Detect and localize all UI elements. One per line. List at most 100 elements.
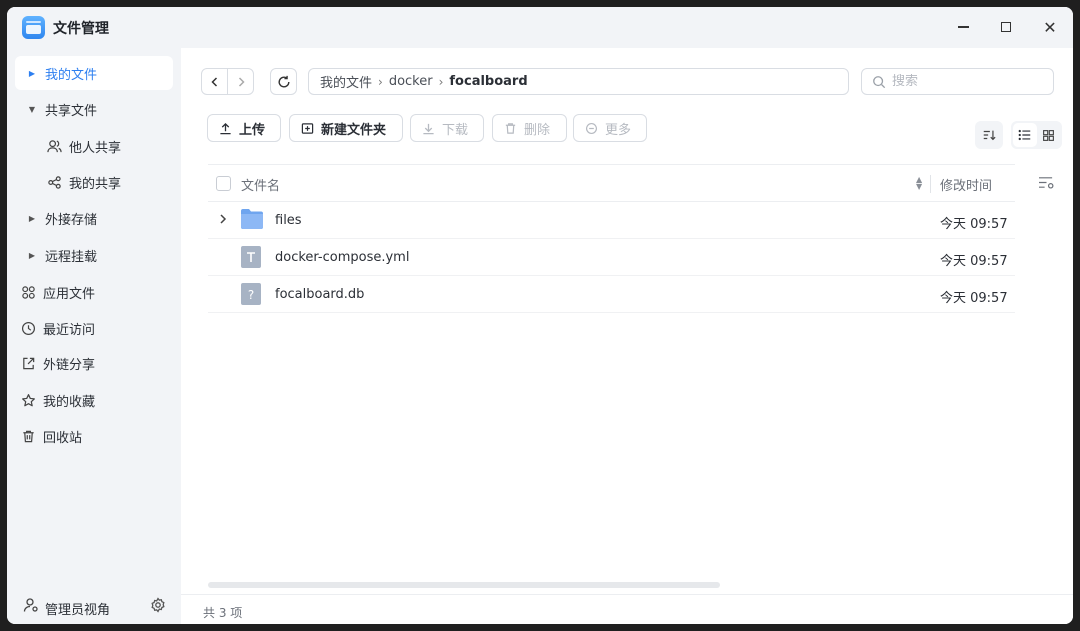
- download-button[interactable]: 下载: [410, 114, 484, 142]
- column-header-name[interactable]: 文件名: [241, 175, 280, 194]
- sidebar-item-my-shares[interactable]: 我的共享: [15, 165, 173, 199]
- more-button[interactable]: 更多: [573, 114, 647, 142]
- clock-icon: [19, 321, 37, 336]
- file-modified: 今天 09:57: [940, 291, 1008, 306]
- file-manager-app-icon: [22, 16, 45, 39]
- maximize-button[interactable]: [993, 15, 1019, 39]
- column-divider[interactable]: [930, 175, 931, 193]
- external-link-icon: [19, 356, 37, 371]
- sidebar-item-app-files[interactable]: 应用文件: [15, 275, 173, 309]
- delete-label: 删除: [524, 122, 551, 138]
- file-manager-window: 文件管理 ✕ ▶ 我的文件 ▼ 共享文件 他人共享 我的共享 ▶ 外接存储 ▶ …: [7, 7, 1073, 624]
- minimize-icon: [957, 26, 969, 28]
- more-label: 更多: [605, 122, 632, 138]
- list-view-button[interactable]: [1013, 123, 1037, 147]
- upload-button[interactable]: 上传: [207, 114, 281, 142]
- status-bar: 共 3 项: [181, 594, 1073, 624]
- sidebar-item-remote-mount[interactable]: ▶ 远程挂载: [15, 238, 173, 272]
- sidebar-item-label: 他人共享: [69, 140, 122, 156]
- sidebar-item-label: 应用文件: [43, 286, 96, 302]
- caret-right-icon: ▶: [28, 213, 36, 223]
- admin-user-icon: [23, 597, 39, 617]
- refresh-icon: [278, 75, 290, 88]
- new-folder-button[interactable]: 新建文件夹: [289, 114, 403, 142]
- sidebar-item-external-storage[interactable]: ▶ 外接存储: [15, 201, 173, 235]
- share-nodes-icon: [45, 175, 63, 190]
- file-name: focalboard.db: [275, 287, 365, 302]
- list-view-icon: [1018, 129, 1030, 141]
- people-icon: [45, 139, 63, 154]
- back-button[interactable]: [202, 69, 227, 94]
- close-button[interactable]: ✕: [1037, 15, 1063, 39]
- search-input[interactable]: [892, 74, 1042, 89]
- sidebar-item-label: 远程挂载: [45, 249, 98, 265]
- table-row[interactable]: files 今天 09:57: [208, 202, 1015, 239]
- minimize-button[interactable]: [950, 15, 976, 39]
- grid-view-button[interactable]: [1037, 123, 1061, 147]
- download-label: 下载: [442, 122, 469, 138]
- file-modified: 今天 09:57: [940, 217, 1008, 232]
- breadcrumb: 我的文件 › docker › focalboard: [308, 68, 849, 95]
- grid-view-icon: [1042, 129, 1054, 141]
- maximize-icon: [1001, 22, 1011, 32]
- sidebar-item-favorites[interactable]: 我的收藏: [15, 383, 173, 417]
- star-icon: [19, 393, 37, 408]
- column-settings-icon[interactable]: [1038, 175, 1055, 194]
- svg-text:?: ?: [248, 288, 254, 302]
- delete-button[interactable]: 删除: [492, 114, 567, 142]
- table-row[interactable]: ? focalboard.db 今天 09:57: [208, 276, 1015, 313]
- sidebar-item-recycle-bin[interactable]: 回收站: [15, 419, 173, 453]
- apps-grid-icon: [19, 285, 37, 300]
- sidebar-item-label: 我的文件: [45, 67, 98, 83]
- sidebar-item-recent[interactable]: 最近访问: [15, 311, 173, 345]
- upload-label: 上传: [239, 122, 266, 138]
- view-mode-toggle: [1011, 121, 1062, 149]
- folder-icon: [240, 208, 264, 234]
- sort-button[interactable]: [975, 121, 1003, 149]
- file-modified: 今天 09:57: [940, 254, 1008, 269]
- sidebar-item-label: 最近访问: [43, 322, 96, 338]
- sidebar-item-shared-with-me[interactable]: 他人共享: [15, 129, 173, 163]
- sidebar-item-label: 回收站: [43, 430, 83, 446]
- item-count: 共 3 项: [203, 606, 243, 620]
- table-row[interactable]: docker-compose.yml 今天 09:57: [208, 239, 1015, 276]
- breadcrumb-item[interactable]: 我的文件: [320, 72, 372, 91]
- file-name: files: [275, 213, 302, 228]
- horizontal-scrollbar[interactable]: [208, 582, 720, 588]
- new-folder-icon: [301, 122, 314, 135]
- forward-button[interactable]: [227, 69, 253, 94]
- caret-right-icon: ▶: [28, 250, 36, 260]
- download-icon: [422, 122, 435, 135]
- sort-arrows-icon[interactable]: ▲ ▼: [916, 176, 922, 191]
- chevron-left-icon: [210, 76, 217, 87]
- sidebar-item-shared-files[interactable]: ▼ 共享文件: [15, 92, 173, 126]
- sidebar-item-label: 我的收藏: [43, 394, 96, 410]
- chevron-right-icon[interactable]: [218, 213, 228, 229]
- history-nav-group: [201, 68, 254, 95]
- table-header: 文件名 ▲ ▼ 修改时间: [208, 164, 1015, 202]
- new-folder-label: 新建文件夹: [321, 122, 387, 138]
- search-icon: [873, 75, 886, 88]
- sidebar-item-label: 共享文件: [45, 103, 98, 119]
- app-title: 文件管理: [53, 21, 109, 37]
- sidebar-item-label: 外接存储: [45, 212, 98, 228]
- column-header-modified[interactable]: 修改时间: [940, 175, 992, 194]
- more-circle-icon: [585, 122, 598, 135]
- refresh-button[interactable]: [270, 68, 297, 95]
- breadcrumb-current[interactable]: focalboard: [449, 74, 527, 89]
- unknown-file-icon: ?: [240, 282, 262, 310]
- caret-right-icon: ▶: [28, 68, 36, 78]
- sidebar-item-my-files[interactable]: ▶ 我的文件: [15, 56, 173, 90]
- select-all-checkbox[interactable]: [216, 176, 231, 191]
- sort-icon: [983, 130, 996, 141]
- sidebar-item-link-share[interactable]: 外链分享: [15, 346, 173, 380]
- breadcrumb-item[interactable]: docker: [389, 74, 433, 89]
- chevron-right-icon: [238, 76, 245, 87]
- sidebar-item-label: 外链分享: [43, 357, 96, 373]
- search-box: [861, 68, 1054, 95]
- sidebar: ▶ 我的文件 ▼ 共享文件 他人共享 我的共享 ▶ 外接存储 ▶ 远程挂载 应用…: [7, 48, 181, 624]
- admin-view-label[interactable]: 管理员视角: [45, 599, 110, 618]
- caret-down-icon: ▼: [28, 104, 36, 114]
- upload-icon: [219, 122, 232, 135]
- settings-gear-icon[interactable]: [150, 597, 166, 617]
